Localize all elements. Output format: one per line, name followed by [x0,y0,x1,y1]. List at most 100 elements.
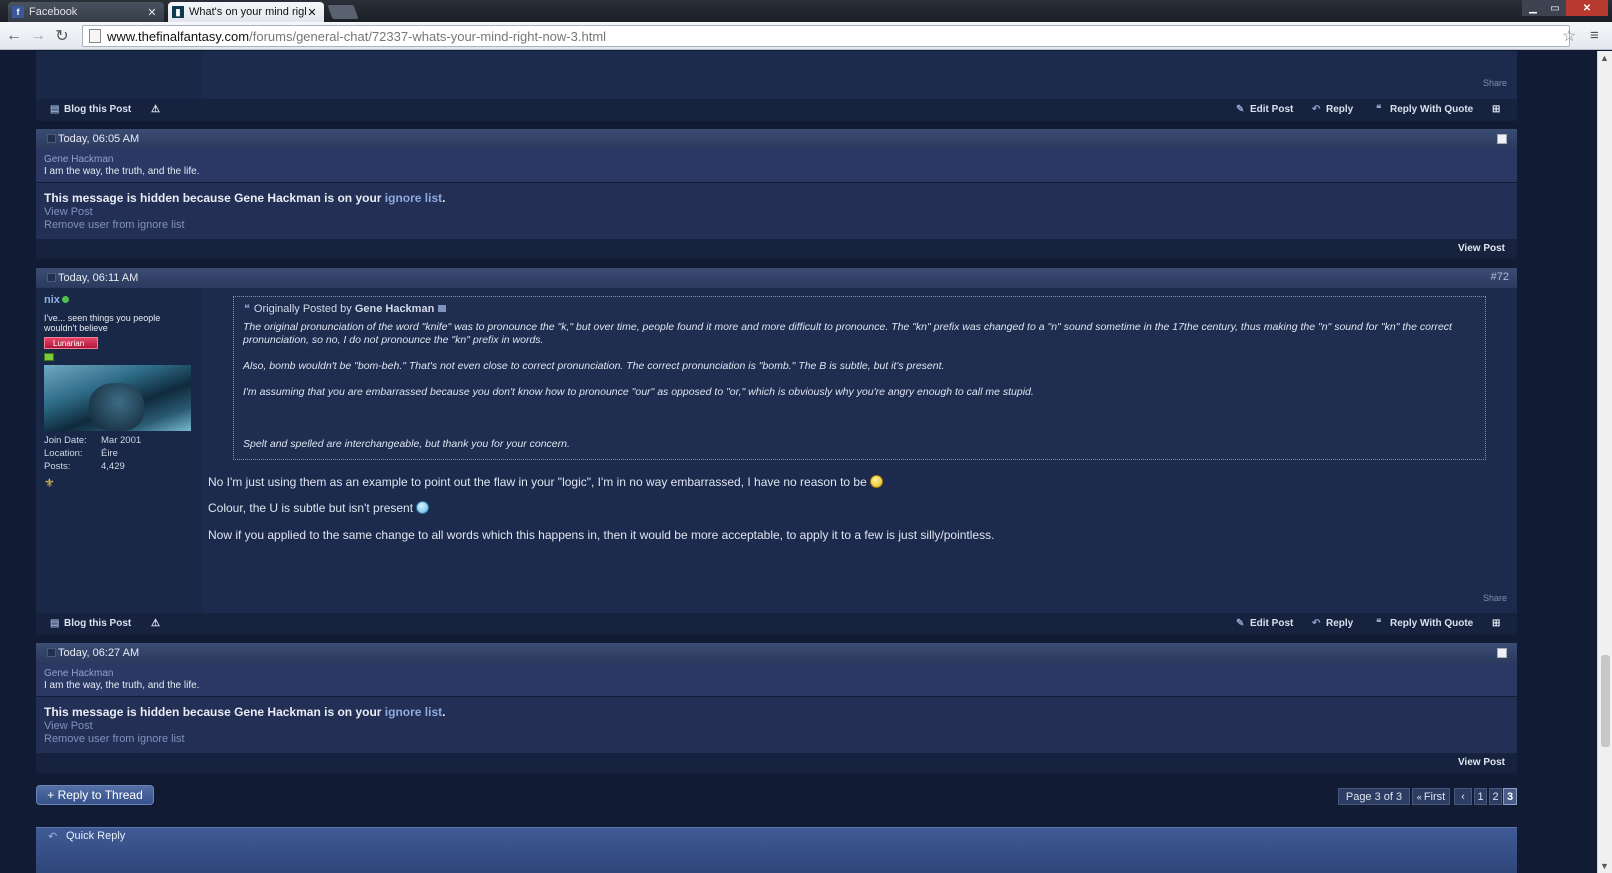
scroll-down-icon[interactable]: ▼ [1600,861,1609,871]
rank-badge: Lunarian [44,337,98,349]
posts-value: 4,429 [101,461,125,472]
page-label[interactable]: Page 3 of 3 [1338,788,1410,805]
reply-with-quote-link[interactable]: ❝ Reply With Quote [1376,104,1473,115]
page-link-3[interactable]: 3 [1503,788,1517,805]
award-icon: ⚜ [44,476,55,490]
url-path: /forums/general-chat/72337-whats-your-mi… [249,28,607,44]
select-post-checkbox[interactable] [1497,648,1507,658]
edit-post-link[interactable]: ✎ Edit Post [1236,618,1293,629]
reload-icon[interactable]: ↻ [52,26,72,46]
remove-ignore-link[interactable]: Remove user from ignore list [44,733,185,745]
quick-reply-label: Quick Reply [66,830,126,842]
first-label: First [1423,790,1446,803]
address-bar[interactable]: www.thefinalfantasy.com/forums/general-c… [82,25,1570,47]
post-footer: ▤ Blog this Post ⚠ ✎ Edit Post ↶ Reply ❝ Rep… [36,99,1517,121]
post-date: Today, 06:05 AM [58,133,140,145]
quote-header: ❝ Originally Posted by Gene Hackman [244,302,447,315]
forward-icon[interactable]: → [28,26,48,46]
close-tab-icon[interactable]: ✕ [146,6,158,19]
scroll-up-icon[interactable]: ▲ [1600,53,1609,63]
view-post-link[interactable]: View Post [44,720,93,732]
report-icon[interactable]: ⚠ [151,104,160,115]
user-title: I am the way, the truth, and the life. [44,680,200,691]
view-original-post-icon[interactable] [438,305,447,312]
reply-icon: ↶ [48,831,58,843]
post-number[interactable]: #72 [1491,271,1509,283]
message-line: No I'm just using them as an example to … [208,475,883,489]
facebook-icon: f [12,6,24,18]
share-link[interactable]: Share [1483,78,1507,88]
quote-paragraph: The original pronunciation of the word "… [243,321,1452,346]
page-scrollbar[interactable]: ▲ ▼ [1597,51,1612,873]
quote-icon: ❝ [1376,617,1382,629]
tab-facebook[interactable]: f Facebook ✕ [8,2,164,22]
hidden-post-body: This message is hidden because Gene Hack… [36,697,1517,753]
reply-quote-label: Reply With Quote [1390,618,1474,629]
smile-icon [869,475,883,488]
ignore-list-link[interactable]: ignore list [385,705,442,719]
user-sidebar: nix I've... seen things you people would… [36,288,202,613]
view-post-button[interactable]: View Post [1458,757,1505,768]
blog-post-link[interactable]: ▤ Blog this Post [50,104,131,115]
bookmark-star-icon[interactable]: ☆ [1562,26,1576,46]
double-chevron-left-icon: « [1416,791,1422,802]
reply-with-quote-link[interactable]: ❝ Reply With Quote [1376,618,1473,629]
back-icon[interactable]: ← [4,26,24,46]
multiquote-icon[interactable]: ⊞ [1492,618,1500,629]
edit-label: Edit Post [1250,618,1294,629]
view-post-link[interactable]: View Post [44,206,93,218]
post-status-icon [47,134,56,143]
blog-label: Blog this Post [64,618,132,629]
user-sidebar [36,51,202,99]
location-value: Éire [101,448,118,459]
message-line: Colour, the U is subtle but isn't presen… [208,501,430,515]
post-header: Today, 06:11 AM #72 [36,268,1517,288]
page-icon [89,29,101,43]
multiquote-icon[interactable]: ⊞ [1492,104,1500,115]
hidden-text: This message is hidden because Gene Hack… [44,705,382,719]
maximize-icon[interactable]: ▭ [1544,0,1566,16]
hidden-message: This message is hidden because Gene Hack… [44,191,445,205]
username-link[interactable]: nix [44,294,69,306]
tab-title: Facebook [29,6,78,18]
minimize-icon[interactable]: ▁ [1522,0,1544,16]
scroll-thumb[interactable] [1601,655,1610,747]
report-icon[interactable]: ⚠ [151,618,160,629]
message-text: Colour, the U is subtle but isn't presen… [208,501,414,515]
blog-post-link[interactable]: ▤ Blog this Post [50,618,131,629]
join-date-value: Mar 2001 [101,435,142,446]
ignored-user-info: Gene Hackman I am the way, the truth, an… [36,663,1517,696]
post-footer: View Post [36,239,1517,259]
quick-reply-bar[interactable]: ↶ Quick Reply [36,827,1517,873]
ignore-list-link[interactable]: ignore list [385,191,442,205]
view-post-button[interactable]: View Post [1458,243,1505,254]
select-post-checkbox[interactable] [1497,134,1507,144]
new-tab-button[interactable] [327,5,359,19]
first-page-link[interactable]: «First [1412,788,1450,805]
tab-title: What's on your mind righ [189,6,306,18]
menu-icon[interactable]: ≡ [1590,27,1599,44]
message-text: Now if you applied to the same change to… [208,528,995,542]
tab-forum[interactable]: ▮ What's on your mind righ ✕ [168,2,324,22]
quote-paragraph: I'm assuming that you are embarrassed be… [243,386,1034,398]
post-date: Today, 06:27 AM [58,647,140,659]
close-tab-icon[interactable]: ✕ [306,6,318,19]
close-window-icon[interactable]: ✕ [1566,0,1608,16]
remove-ignore-link[interactable]: Remove user from ignore list [44,219,185,231]
reply-link[interactable]: ↶ Reply [1312,618,1353,629]
user-title: I've... seen things you people wouldn't … [44,313,161,333]
online-status-icon [61,296,69,303]
page-link-1[interactable]: 1 [1474,788,1487,805]
reply-link[interactable]: ↶ Reply [1312,104,1353,115]
edit-post-link[interactable]: ✎ Edit Post [1236,104,1293,115]
page-link-2[interactable]: 2 [1489,788,1502,805]
reply-label: Reply [1326,618,1354,629]
username-link[interactable]: Gene Hackman [44,668,113,679]
message-text: No I'm just using them as an example to … [208,475,867,489]
avatar[interactable] [44,365,191,431]
share-link[interactable]: Share [1483,593,1507,603]
prev-page-link[interactable]: ‹ [1454,788,1472,805]
reply-to-thread-button[interactable]: + Reply to Thread [36,785,154,805]
blog-icon: ▤ [50,103,60,115]
username-link[interactable]: Gene Hackman [44,154,113,165]
